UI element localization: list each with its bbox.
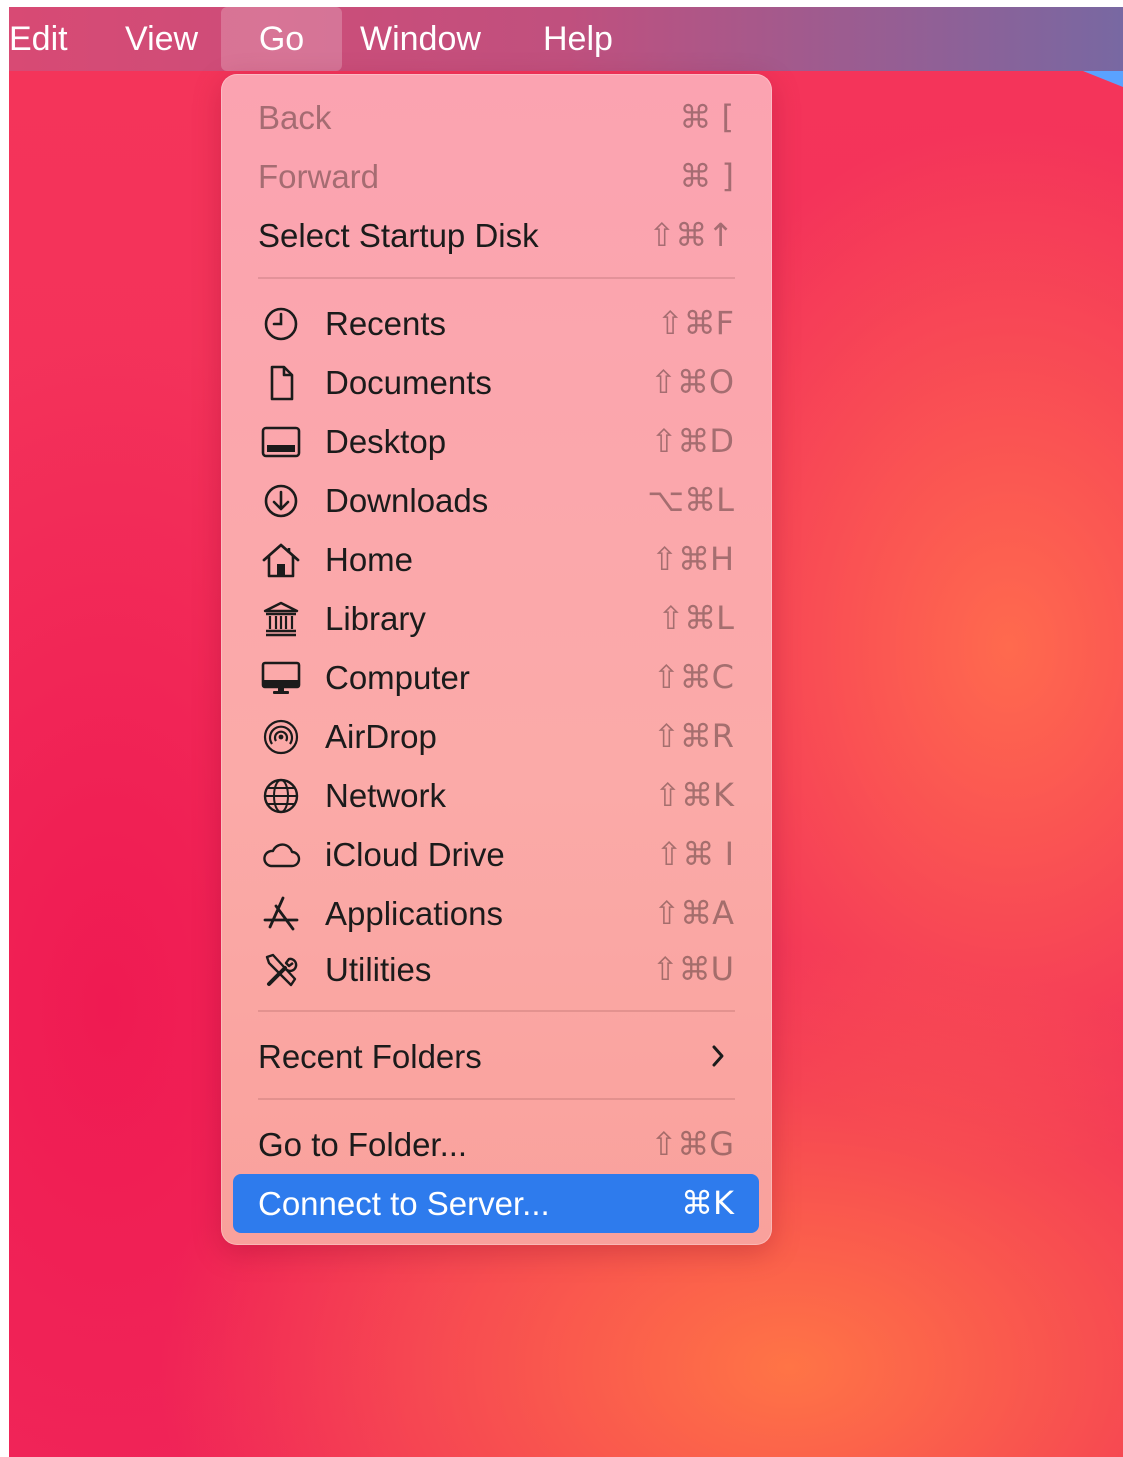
menu-item-shortcut: ⌘ ] — [679, 157, 734, 195]
menu-item-label: Library — [325, 600, 426, 637]
menu-item-back[interactable]: Back ⌘ [ — [233, 88, 759, 147]
menu-item-shortcut: ⌘ [ — [679, 98, 734, 136]
menu-item-downloads[interactable]: Downloads ⌥⌘L — [233, 471, 759, 530]
wallpaper-accent — [1083, 71, 1123, 87]
menu-item-shortcut: ⇧⌘C — [652, 658, 734, 696]
menu-item-icloud-drive[interactable]: iCloud Drive ⇧⌘ I — [233, 825, 759, 884]
menu-item-desktop[interactable]: Desktop ⇧⌘D — [233, 412, 759, 471]
menu-item-shortcut: ⇧⌘R — [652, 717, 734, 755]
menu-item-label: Forward — [258, 158, 380, 195]
chevron-right-icon — [712, 1045, 724, 1067]
menu-item-label: Downloads — [325, 482, 489, 519]
menu-item-label: Recent Folders — [258, 1038, 482, 1075]
house-icon — [261, 541, 301, 579]
menu-item-label: AirDrop — [325, 718, 437, 755]
tools-icon — [261, 951, 301, 989]
menu-item-network[interactable]: Network ⇧⌘K — [233, 766, 759, 825]
menu-item-shortcut: ⇧⌘D — [650, 422, 734, 460]
menubar-item-edit[interactable]: Edit — [9, 7, 68, 71]
menu-item-label: iCloud Drive — [325, 836, 505, 873]
menu-item-shortcut: ⌘K — [681, 1184, 734, 1222]
menu-item-airdrop[interactable]: AirDrop ⇧⌘R — [233, 707, 759, 766]
menu-separator — [258, 1010, 735, 1012]
menu-item-connect-to-server[interactable]: Connect to Server... ⌘K — [233, 1174, 759, 1233]
globe-icon — [261, 777, 301, 815]
menu-item-forward[interactable]: Forward ⌘ ] — [233, 147, 759, 206]
menu-item-shortcut: ⇧⌘K — [654, 776, 734, 814]
menubar-item-view[interactable]: View — [125, 7, 198, 71]
desktop-icon — [261, 423, 301, 461]
menu-item-shortcut: ⇧⌘ I — [655, 835, 734, 873]
menu-item-label: Desktop — [325, 423, 447, 460]
menu-item-label: Utilities — [325, 951, 432, 988]
menu-item-label: Computer — [325, 659, 470, 696]
menu-item-label: Go to Folder... — [258, 1126, 468, 1163]
airdrop-icon — [261, 718, 301, 756]
menu-item-select-startup-disk[interactable]: Select Startup Disk ⇧⌘↑ — [233, 206, 759, 265]
menu-item-label: Home — [325, 541, 414, 578]
app-store-icon — [261, 895, 301, 933]
menu-item-recent-folders[interactable]: Recent Folders — [233, 1027, 759, 1086]
menubar-item-go[interactable]: Go — [221, 7, 342, 71]
clock-icon — [261, 305, 301, 343]
menu-item-label: Recents — [325, 305, 447, 342]
menubar-item-window[interactable]: Window — [360, 7, 481, 71]
menu-item-shortcut: ⇧⌘↑ — [648, 216, 734, 254]
menu-item-label: Connect to Server... — [258, 1185, 550, 1222]
menu-item-home[interactable]: Home ⇧⌘H — [233, 530, 759, 589]
menu-item-shortcut: ⇧⌘O — [650, 363, 734, 401]
menu-item-label: Network — [325, 777, 447, 814]
menu-item-shortcut: ⇧⌘G — [650, 1125, 734, 1163]
menu-item-recents[interactable]: Recents ⇧⌘F — [233, 294, 759, 353]
menu-item-go-to-folder[interactable]: Go to Folder... ⇧⌘G — [233, 1115, 759, 1174]
menu-separator — [258, 277, 735, 279]
menu-item-shortcut: ⇧⌘F — [656, 304, 734, 342]
menu-item-utilities[interactable]: Utilities ⇧⌘U — [233, 940, 759, 999]
menu-item-label: Select Startup Disk — [258, 217, 539, 254]
menubar-item-help[interactable]: Help — [543, 7, 613, 71]
menu-item-shortcut: ⇧⌘A — [653, 894, 734, 932]
menu-item-label: Back — [258, 99, 332, 136]
menu-item-shortcut: ⇧⌘U — [651, 950, 734, 988]
menu-item-shortcut: ⇧⌘L — [657, 599, 734, 637]
building-columns-icon — [261, 600, 301, 638]
menu-item-documents[interactable]: Documents ⇧⌘O — [233, 353, 759, 412]
menu-item-computer[interactable]: Computer ⇧⌘C — [233, 648, 759, 707]
monitor-icon — [261, 659, 301, 697]
menu-item-label: Applications — [325, 895, 503, 932]
menu-item-library[interactable]: Library ⇧⌘L — [233, 589, 759, 648]
menu-item-shortcut: ⇧⌘H — [651, 540, 734, 578]
menu-item-shortcut: ⌥⌘L — [647, 481, 734, 519]
document-icon — [261, 364, 301, 402]
download-icon — [261, 482, 301, 520]
menu-item-label: Documents — [325, 364, 492, 401]
menu-separator — [258, 1098, 735, 1100]
cloud-icon — [261, 836, 301, 874]
go-menu: Back ⌘ [ Forward ⌘ ] Select Startup Disk… — [221, 74, 772, 1245]
menu-item-applications[interactable]: Applications ⇧⌘A — [233, 884, 759, 943]
menu-bar: Edit View Go Window Help — [9, 7, 1123, 71]
